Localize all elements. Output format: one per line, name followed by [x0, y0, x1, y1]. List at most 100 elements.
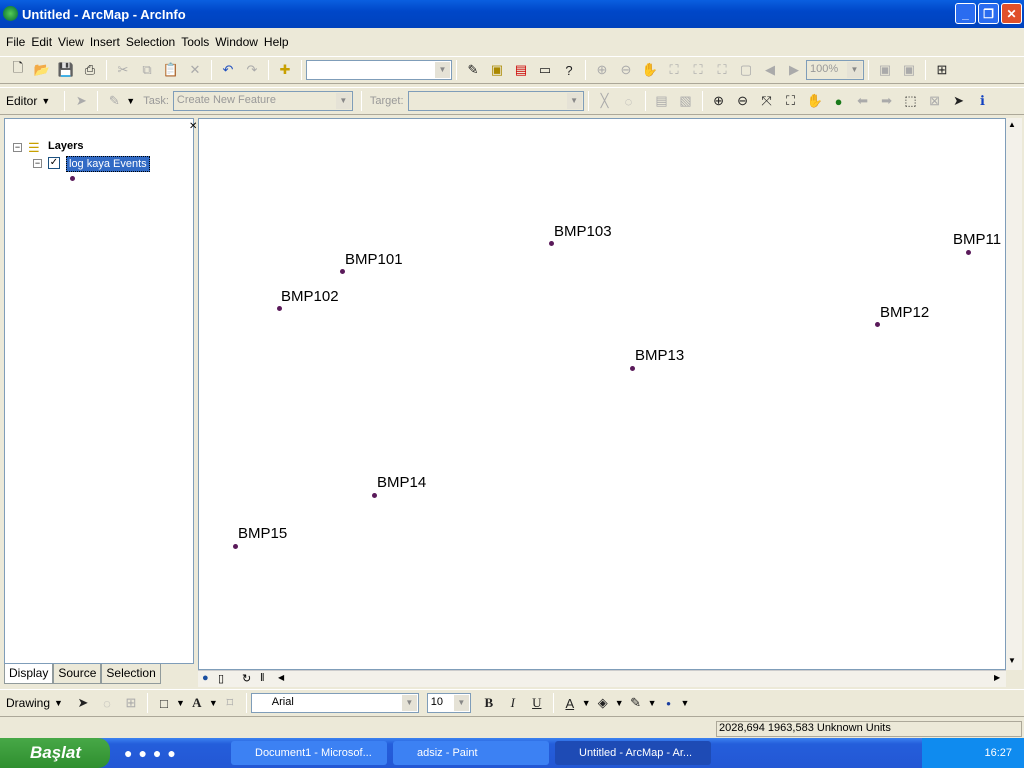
fixed-zoom-in-icon[interactable]: ⛶	[690, 62, 706, 78]
marker-color-icon[interactable]: •	[661, 695, 677, 711]
editor-menu[interactable]: Editor	[6, 94, 37, 108]
layout-zoom-in-icon[interactable]: ⊕	[594, 62, 610, 78]
collapse-icon[interactable]: −	[13, 143, 22, 152]
italic-button[interactable]: I	[505, 695, 521, 711]
command-line-icon[interactable]: ▭	[537, 62, 553, 78]
editor-dropdown-icon[interactable]: ▼	[41, 96, 50, 106]
edit-tool-icon[interactable]: ➤	[73, 93, 89, 109]
task-paint[interactable]: adsiz - Paint	[393, 741, 549, 765]
fill-color-dropdown-icon[interactable]: ▼	[615, 698, 624, 708]
font-color-dropdown-icon[interactable]: ▼	[582, 698, 591, 708]
tab-source[interactable]: Source	[53, 664, 102, 684]
fixed-zoom-out-icon[interactable]: ⛶	[714, 62, 730, 78]
focus-frame-icon[interactable]: ▣	[901, 62, 917, 78]
print-icon[interactable]: ⎙	[82, 62, 98, 78]
task-word[interactable]: Document1 - Microsof...	[231, 741, 387, 765]
back-icon[interactable]: ⬅	[855, 93, 871, 109]
text-icon[interactable]: A	[189, 695, 205, 711]
menu-window[interactable]: Window	[215, 35, 258, 49]
scroll-down-icon[interactable]: ▼	[1008, 656, 1016, 665]
line-color-dropdown-icon[interactable]: ▼	[648, 698, 657, 708]
select-elements-icon[interactable]: ➤	[75, 695, 91, 711]
text-dropdown-icon[interactable]: ▼	[209, 698, 218, 708]
map-point[interactable]	[233, 544, 238, 549]
data-view-icon[interactable]: ●	[202, 672, 209, 684]
drawing-menu[interactable]: Drawing	[6, 696, 50, 710]
attributes-icon[interactable]: ▤	[654, 93, 670, 109]
full-extent-icon[interactable]: ●	[831, 93, 847, 109]
rectangle-icon[interactable]: □	[156, 695, 172, 711]
sketch-properties-icon[interactable]: ▧	[678, 93, 694, 109]
zoom-out-icon[interactable]: ⊖	[735, 93, 751, 109]
menu-view[interactable]: View	[58, 35, 84, 49]
menu-file[interactable]: File	[6, 35, 25, 49]
menu-tools[interactable]: Tools	[181, 35, 209, 49]
quick-launch-icons[interactable]: ●●●●	[124, 745, 182, 761]
zoom-selected-icon[interactable]: ⊞	[123, 695, 139, 711]
back-extent-icon[interactable]: ◀	[762, 62, 778, 78]
layer-visibility-checkbox[interactable]: ✓	[48, 157, 60, 169]
copy-icon[interactable]: ⧉	[139, 62, 155, 78]
scroll-right-icon[interactable]: ▶	[994, 673, 1000, 682]
vertical-scrollbar[interactable]: ▲ ▼	[1006, 118, 1022, 670]
tab-display[interactable]: Display	[4, 664, 54, 684]
edit-vertices-icon[interactable]: ⌑	[222, 695, 238, 711]
sketch-dropdown-icon[interactable]: ▼	[126, 96, 135, 106]
undo-icon[interactable]: ↶	[220, 62, 236, 78]
fixed-zoom-out-icon[interactable]: ⛶	[783, 93, 799, 109]
fill-color-icon[interactable]: ◈	[595, 695, 611, 711]
toggle-draft-icon[interactable]: ▣	[877, 62, 893, 78]
zoom-in-icon[interactable]: ⊕	[711, 93, 727, 109]
font-color-icon[interactable]: A	[562, 695, 578, 711]
close-toc-icon[interactable]: ✕	[189, 121, 197, 132]
layout-zoom-out-icon[interactable]: ⊖	[618, 62, 634, 78]
forward-extent-icon[interactable]: ▶	[786, 62, 802, 78]
whats-this-icon[interactable]: ?	[561, 62, 577, 78]
add-data-icon[interactable]: ✚	[277, 62, 293, 78]
rectangle-dropdown-icon[interactable]: ▼	[176, 698, 185, 708]
tab-selection[interactable]: Selection	[101, 664, 161, 684]
collapse-layer-icon[interactable]: −	[33, 159, 42, 168]
horizontal-scrollbar[interactable]: ● ▯ ↻ ǁ ◀ ▶	[198, 670, 1006, 687]
redo-icon[interactable]: ↷	[244, 62, 260, 78]
layout-zoom-combo[interactable]: 100%	[806, 60, 864, 80]
select-elements-icon[interactable]: ➤	[951, 93, 967, 109]
layout-view-icon[interactable]: ▯	[218, 672, 224, 685]
menu-insert[interactable]: Insert	[90, 35, 120, 49]
editor-toolbar-icon[interactable]: ✎	[465, 62, 481, 78]
bold-button[interactable]: B	[481, 695, 497, 711]
font-combo[interactable]: Arial	[250, 693, 419, 713]
line-color-icon[interactable]: ✎	[628, 695, 644, 711]
paste-icon[interactable]: 📋	[163, 62, 179, 78]
scale-combo[interactable]	[306, 60, 452, 80]
target-combo[interactable]	[407, 91, 584, 111]
cut-icon[interactable]: ✂	[115, 62, 131, 78]
map-point[interactable]	[875, 322, 880, 327]
forward-icon[interactable]: ➡	[879, 93, 895, 109]
arctoolbox-icon[interactable]: ▤	[513, 62, 529, 78]
close-button[interactable]: ✕	[1001, 3, 1022, 24]
zoom-whole-page-icon[interactable]: ⛶	[666, 62, 682, 78]
pause-drawing-icon[interactable]: ǁ	[260, 672, 265, 684]
open-icon[interactable]: 📂	[34, 62, 50, 78]
change-layout-icon[interactable]: ⊞	[934, 62, 950, 78]
clock[interactable]: 16:27	[984, 747, 1012, 759]
underline-button[interactable]: U	[529, 695, 545, 711]
new-icon[interactable]: 🗋	[10, 60, 26, 78]
menu-edit[interactable]: Edit	[31, 35, 52, 49]
scroll-left-icon[interactable]: ◀	[278, 673, 284, 682]
layer-name[interactable]: log kaya Events	[66, 156, 150, 172]
maximize-button[interactable]: ❐	[978, 3, 999, 24]
select-features-icon[interactable]: ⬚	[903, 93, 919, 109]
sketch-tool-icon[interactable]: ✎	[106, 93, 122, 109]
arccatalog-icon[interactable]: ▣	[489, 62, 505, 78]
menu-selection[interactable]: Selection	[126, 35, 175, 49]
font-size-combo[interactable]: 10	[426, 693, 471, 713]
layers-root[interactable]: Layers	[48, 140, 83, 152]
map-view[interactable]: BMP103 BMP101 BMP102 BMP11 BMP12 BMP13 B…	[198, 118, 1006, 670]
rotate-icon[interactable]: ◌	[99, 695, 115, 711]
identify-icon[interactable]: ℹ	[975, 93, 991, 109]
fixed-zoom-in-icon[interactable]: ⤧	[759, 93, 775, 109]
delete-icon[interactable]: ✕	[187, 62, 203, 78]
rotate-tool-icon[interactable]: ◌	[621, 93, 637, 109]
